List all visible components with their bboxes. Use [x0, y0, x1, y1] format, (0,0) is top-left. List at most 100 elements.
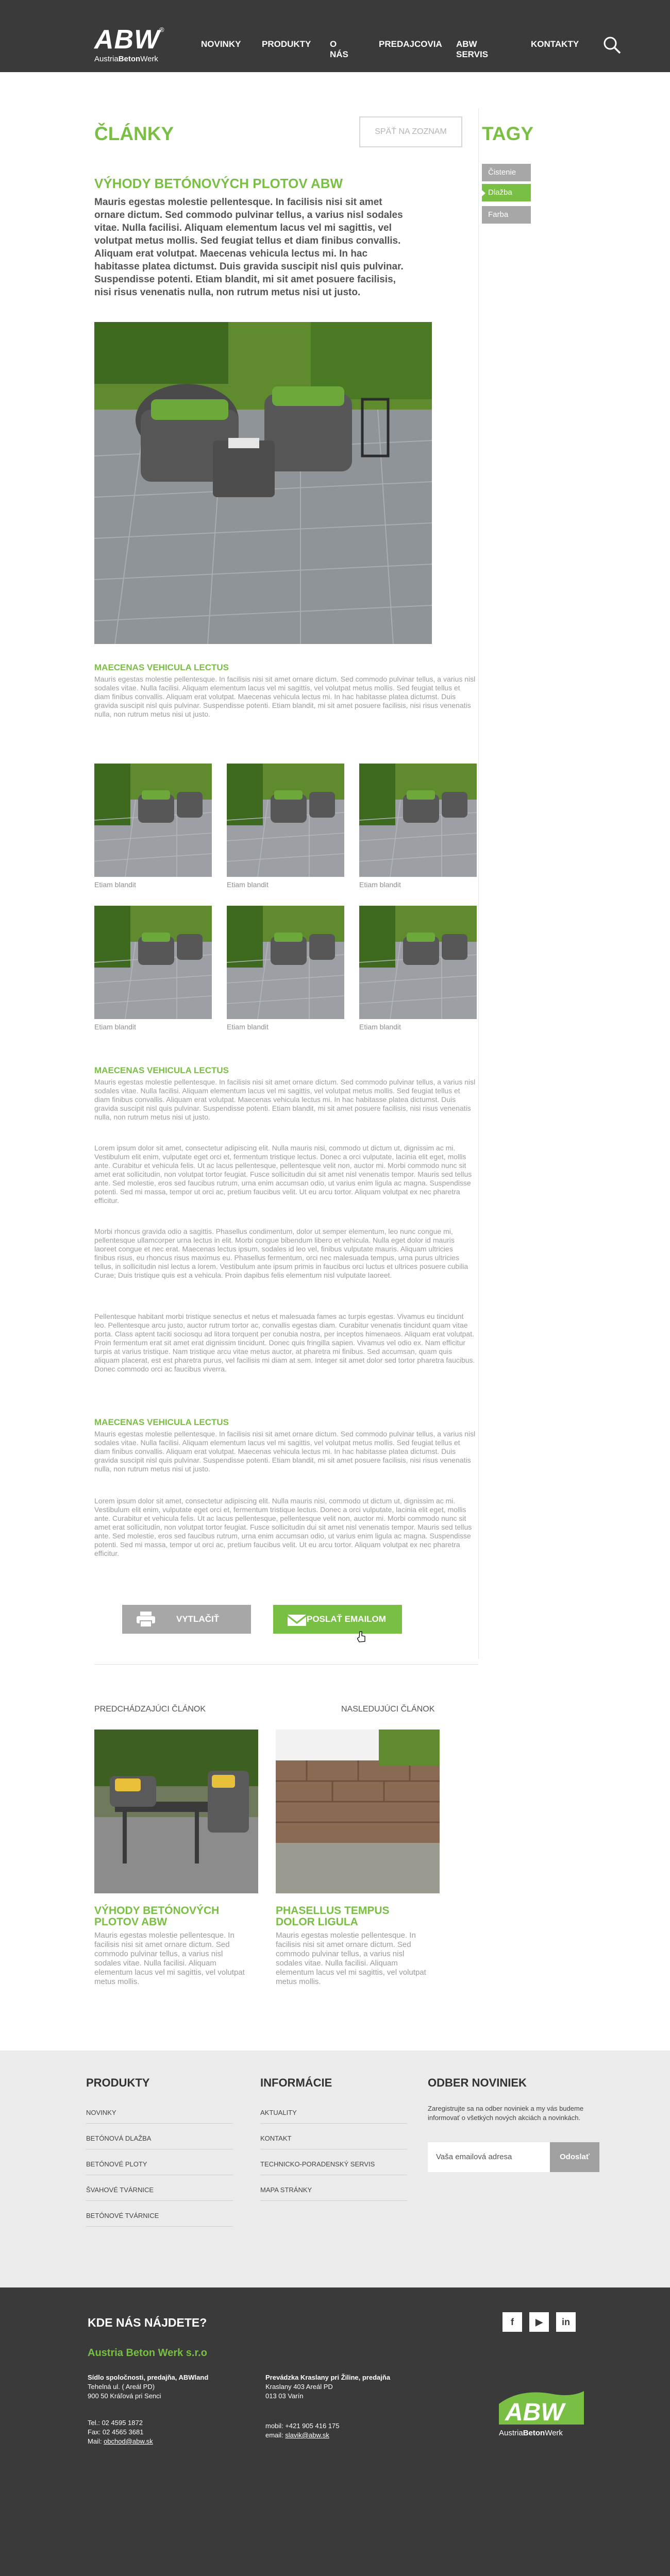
gallery-photo[interactable]	[94, 764, 212, 877]
gallery-caption: Etiam blandit	[94, 880, 136, 889]
mobile-number: mobil: +421 905 416 175	[265, 2422, 340, 2430]
address-line: Tehelná ul. ( Areál PD)	[88, 2383, 155, 2391]
facebook-icon[interactable]: f	[502, 2312, 522, 2332]
gallery-caption: Etiam blandit	[359, 1023, 401, 1031]
abw-logo[interactable]: ABW ® AustriaBetonWerk	[94, 26, 166, 67]
footer-product-link[interactable]: ŠVAHOVÉ TVÁRNICE	[86, 2186, 154, 2194]
newsletter-title: ODBER NOVINIEK	[428, 2076, 527, 2089]
email-icon	[288, 1615, 306, 1626]
nav-item-abw-servis[interactable]: ABW SERVIS	[456, 39, 488, 60]
mail-line: Mail: obchod@abw.sk	[88, 2437, 153, 2445]
address-line: 013 03 Varín	[265, 2392, 304, 2400]
footer-info-link[interactable]: AKTUALITY	[260, 2109, 297, 2117]
hand-cursor-icon	[357, 1631, 365, 1642]
sidebar-divider	[478, 108, 479, 1659]
footer-divider	[86, 2123, 233, 2124]
logo-subtitle: AustriaBetonWerk	[94, 55, 158, 63]
contact-title: KDE NÁS NÁJDETE?	[88, 2316, 207, 2329]
gallery-photo[interactable]	[227, 906, 344, 1019]
svg-text:ABW: ABW	[505, 2399, 566, 2426]
nav-item-produkty[interactable]: PRODUKTY	[262, 39, 311, 49]
paragraph: Morbi rhoncus gravida odio a sagittis. P…	[94, 1227, 468, 1279]
address-line: Sídlo spoločnosti, predajňa, ABWland	[88, 2374, 209, 2381]
company-name: Austria Beton Werk s.r.o	[88, 2347, 207, 2359]
previous-article-photo[interactable]	[94, 1730, 258, 1893]
tag-cistenie[interactable]: Čistenie	[482, 164, 531, 181]
linkedin-icon[interactable]: in	[556, 2312, 576, 2332]
article-title: VÝHODY BETÓNOVÝCH PLOTOV ABW	[94, 176, 343, 191]
address-line: 900 50 Kráľová pri Senci	[88, 2392, 161, 2400]
nav-item-novinky[interactable]: NOVINKY	[201, 39, 241, 49]
fax-number: Fax: 02 4565 3681	[88, 2428, 144, 2436]
nav-item-o-nas[interactable]: O NÁS	[330, 39, 348, 60]
footer-product-link[interactable]: BETÓNOVÉ PLOTY	[86, 2160, 147, 2168]
search-icon[interactable]	[602, 35, 622, 55]
paragraph: Mauris egestas molestie pellentesque. In…	[94, 1078, 476, 1121]
previous-article-excerpt: Mauris egestas molestie pellentesque. In…	[94, 1931, 245, 1986]
printer-icon	[137, 1612, 155, 1627]
gallery-photo[interactable]	[227, 764, 344, 877]
gallery-caption: Etiam blandit	[227, 880, 269, 889]
tag-dlazba[interactable]: Dlažba	[482, 184, 531, 201]
paragraph: Pellentesque habitant morbi tristique se…	[94, 1312, 475, 1373]
footer-logo-subtitle: AustriaBetonWerk	[499, 2429, 563, 2437]
paragraph: Mauris egestas molestie pellentesque. In…	[94, 1430, 476, 1473]
footer-divider	[86, 2200, 233, 2201]
gallery-photo[interactable]	[359, 906, 477, 1019]
previous-article-title[interactable]: VÝHODY BETÓNOVÝCH PLOTOV ABW	[94, 1905, 249, 1928]
gallery-caption: Etiam blandit	[359, 880, 401, 889]
next-article-label[interactable]: NASLEDUJÚCI ČLÁNOK	[341, 1704, 434, 1715]
next-article-excerpt: Mauris egestas molestie pellentesque. In…	[276, 1931, 426, 1986]
article-lead: Mauris egestas molestie pellentesque. In…	[94, 197, 404, 298]
next-article-title[interactable]: PHASELLUS TEMPUS DOLOR LIGULA	[276, 1905, 430, 1928]
footer-divider	[260, 2200, 407, 2201]
print-button[interactable]: VYTLAČIŤ	[122, 1605, 251, 1634]
logo-mark: ABW	[94, 25, 160, 55]
newsletter-email-input[interactable]: Vaša emailová adresa	[428, 2142, 550, 2172]
paragraph: Lorem ipsum dolor sit amet, consectetur …	[94, 1144, 472, 1205]
logo-registered: ®	[159, 26, 164, 33]
site-header: ABW ® AustriaBetonWerk NOVINKY PRODUKTY …	[0, 0, 670, 72]
send-email-button-label: POSLAŤ EMAILOM	[307, 1614, 386, 1624]
nav-item-kontakty[interactable]: KONTAKTY	[531, 39, 579, 49]
page-title: ČLÁNKY	[94, 123, 174, 144]
footer-info-title: INFORMÁCIE	[260, 2076, 332, 2089]
gallery-caption: Etiam blandit	[94, 1023, 136, 1031]
footer-info-link[interactable]: TECHNICKO-PORADENSKÝ SERVIS	[260, 2160, 375, 2168]
section-heading: MAECENAS VEHICULA LECTUS	[94, 663, 229, 672]
gallery-photo[interactable]	[359, 764, 477, 877]
phone-number: Tel.: 02 4595 1872	[88, 2419, 143, 2427]
paragraph: Mauris egestas molestie pellentesque. In…	[94, 675, 476, 718]
back-to-list-button[interactable]: SPÄŤ NA ZOZNAM	[359, 116, 462, 147]
mail-link[interactable]: obchod@abw.sk	[104, 2437, 153, 2445]
tag-farba[interactable]: Farba	[482, 206, 531, 224]
address-line: Prevádzka Kraslany pri Žiline, predajňa	[265, 2374, 391, 2381]
nav-item-predajcovia[interactable]: PREDAJCOVIA	[379, 39, 442, 49]
footer-info-link[interactable]: MAPA STRÁNKY	[260, 2186, 312, 2194]
footer-product-link[interactable]: NOVINKY	[86, 2109, 116, 2117]
footer-product-link[interactable]: BETÓNOVÁ DLAŽBA	[86, 2134, 151, 2143]
next-article-photo[interactable]	[276, 1730, 440, 1893]
tags-title: TAGY	[482, 123, 534, 144]
footer-abw-logo[interactable]: ABW AustriaBetonWerk	[499, 2388, 584, 2445]
footer-divider	[260, 2123, 407, 2124]
email-link[interactable]: slavik@abw.sk	[285, 2431, 329, 2439]
previous-article-label[interactable]: PREDCHÁDZAJÚCI ČLÁNOK	[94, 1704, 206, 1715]
send-email-button[interactable]: POSLAŤ EMAILOM	[273, 1605, 402, 1634]
footer-products-title: PRODUKTY	[86, 2076, 150, 2089]
gallery-photo[interactable]	[94, 906, 212, 1019]
email-line: email: slavik@abw.sk	[265, 2431, 329, 2439]
youtube-icon[interactable]: ▶	[529, 2312, 549, 2332]
section-heading: MAECENAS VEHICULA LECTUS	[94, 1065, 229, 1075]
print-button-label: VYTLAČIŤ	[176, 1614, 220, 1624]
footer-info-link[interactable]: KONTAKT	[260, 2134, 291, 2143]
address-line: Kraslany 403 Areál PD	[265, 2383, 333, 2391]
newsletter-submit-button[interactable]: Odoslať	[550, 2142, 599, 2172]
paragraph: Lorem ipsum dolor sit amet, consectetur …	[94, 1497, 472, 1557]
article-main-photo	[94, 322, 432, 644]
footer-product-link[interactable]: BETÓNOVÉ TVÁRNICE	[86, 2212, 159, 2220]
gallery-caption: Etiam blandit	[227, 1023, 269, 1031]
footer-divider	[86, 2226, 233, 2227]
newsletter-text: Zaregistrujte sa na odber noviniek a my …	[428, 2105, 584, 2122]
divider	[94, 1664, 478, 1665]
